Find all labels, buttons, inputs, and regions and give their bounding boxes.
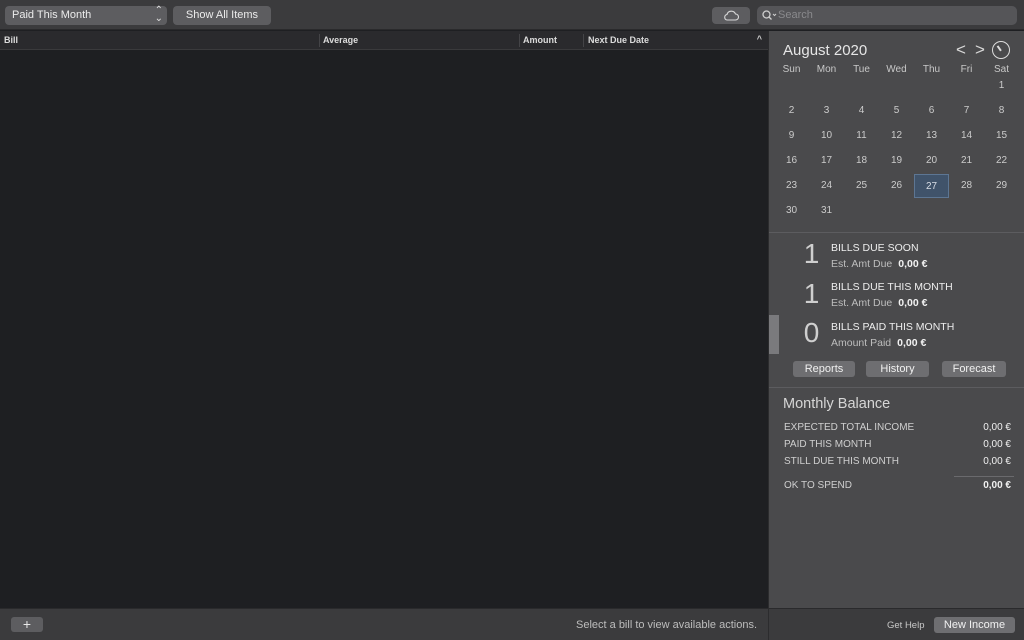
ok-to-spend-label: OK TO SPEND — [784, 480, 852, 491]
filter-popup[interactable]: Paid This Month ⌃ ⌄ — [5, 6, 167, 25]
total-divider — [954, 476, 1014, 477]
forecast-button[interactable]: Forecast — [942, 361, 1006, 377]
section-divider — [769, 387, 1024, 388]
bills-due-month-title: BILLS DUE THIS MONTH — [831, 281, 953, 293]
calendar-day[interactable]: 6 — [914, 99, 949, 123]
calendar-day[interactable]: 17 — [809, 149, 844, 173]
bills-due-soon-title: BILLS DUE SOON — [831, 242, 919, 254]
balance-row-label: PAID THIS MONTH — [784, 439, 872, 450]
calendar-day[interactable]: 29 — [984, 174, 1019, 198]
add-bill-button[interactable]: + — [11, 617, 43, 632]
column-header-bill[interactable]: Bill — [4, 35, 18, 45]
weekday-label: Mon — [816, 64, 837, 75]
calendar-day[interactable]: 26 — [879, 174, 914, 198]
column-header-average[interactable]: Average — [323, 35, 358, 45]
updown-chevron-icon: ⌃ ⌄ — [154, 5, 163, 24]
weekday-label: Thu — [922, 64, 941, 75]
ok-to-spend-value: 0,00 € — [983, 480, 1011, 491]
column-divider — [319, 34, 320, 47]
sort-ascending-icon[interactable]: ^ — [757, 34, 762, 44]
bills-paid-month-count: 0 — [803, 317, 820, 348]
balance-row: PAID THIS MONTH 0,00 € — [784, 439, 1014, 450]
search-icon — [762, 10, 777, 20]
toolbar: Paid This Month ⌃ ⌄ Show All Items Search — [0, 0, 1024, 30]
calendar-day[interactable]: 5 — [879, 99, 914, 123]
balance-row-label: STILL DUE THIS MONTH — [784, 456, 900, 467]
ok-to-spend-row: OK TO SPEND 0,00 € — [784, 480, 1014, 491]
chevron-right-icon[interactable]: > — [975, 40, 985, 60]
balance-row-value: 0,00 € — [983, 456, 1011, 467]
selection-marker — [769, 315, 779, 354]
cloud-sync-button[interactable] — [712, 7, 750, 24]
balance-row: STILL DUE THIS MONTH 0,00 € — [784, 456, 1014, 467]
calendar-day[interactable]: 3 — [809, 99, 844, 123]
calendar-day[interactable]: 20 — [914, 149, 949, 173]
calendar-day[interactable]: 4 — [844, 99, 879, 123]
weekday-label: Tue — [853, 64, 870, 75]
calendar-day[interactable]: 31 — [809, 199, 844, 223]
calendar-day[interactable]: 12 — [879, 124, 914, 148]
balance-row-label: EXPECTED TOTAL INCOME — [784, 422, 915, 433]
bills-due-month-amount: Est. Amt Due 0,00 € — [831, 297, 928, 309]
balance-row-value: 0,00 € — [983, 422, 1011, 433]
bill-table-header: Bill Average Amount Next Due Date ^ — [0, 31, 768, 50]
calendar-day[interactable]: 18 — [844, 149, 879, 173]
search-placeholder: Search — [778, 9, 813, 21]
today-clock-icon[interactable] — [992, 41, 1010, 59]
bills-due-soon-count: 1 — [803, 238, 820, 269]
reports-button[interactable]: Reports — [793, 361, 855, 377]
chevron-left-icon[interactable]: < — [956, 40, 966, 60]
bills-due-month-count: 1 — [803, 278, 820, 309]
column-divider — [583, 34, 584, 47]
weekday-label: Wed — [886, 64, 907, 75]
calendar-day[interactable]: 10 — [809, 124, 844, 148]
calendar-day[interactable]: 28 — [949, 174, 984, 198]
sidebar-footer: Get Help New Income — [768, 608, 1024, 640]
history-button[interactable]: History — [866, 361, 929, 377]
calendar-day[interactable]: 8 — [984, 99, 1019, 123]
calendar-day[interactable]: 25 — [844, 174, 879, 198]
bill-table-body[interactable] — [0, 51, 768, 607]
balance-row-value: 0,00 € — [983, 439, 1011, 450]
new-income-button[interactable]: New Income — [934, 617, 1015, 633]
weekday-label: Sun — [782, 64, 801, 75]
column-divider — [519, 34, 520, 47]
search-field[interactable]: Search — [757, 6, 1017, 25]
calendar-day[interactable]: 24 — [809, 174, 844, 198]
calendar-day[interactable]: 1 — [984, 74, 1019, 98]
bill-list-footer: + Select a bill to view available action… — [0, 608, 768, 640]
show-all-items-button[interactable]: Show All Items — [173, 6, 271, 25]
column-header-next-due-date[interactable]: Next Due Date — [588, 35, 649, 45]
status-message: Select a bill to view available actions. — [576, 619, 757, 631]
bills-due-soon-amount: Est. Amt Due 0,00 € — [831, 258, 928, 270]
calendar-day[interactable]: 16 — [774, 149, 809, 173]
calendar-day[interactable]: 11 — [844, 124, 879, 148]
column-header-amount[interactable]: Amount — [523, 35, 557, 45]
calendar-day[interactable]: 30 — [774, 199, 809, 223]
calendar-day[interactable]: 9 — [774, 124, 809, 148]
calendar-day[interactable]: 15 — [984, 124, 1019, 148]
balance-row: EXPECTED TOTAL INCOME 0,00 € — [784, 422, 1014, 433]
calendar-day[interactable]: 22 — [984, 149, 1019, 173]
calendar-day[interactable]: 19 — [879, 149, 914, 173]
filter-popup-value: Paid This Month — [12, 9, 92, 21]
bills-paid-month-title: BILLS PAID THIS MONTH — [831, 321, 955, 333]
calendar-day[interactable]: 7 — [949, 99, 984, 123]
monthly-balance-title: Monthly Balance — [783, 396, 891, 412]
get-help-link[interactable]: Get Help — [887, 620, 925, 631]
calendar-month-title: August 2020 — [783, 42, 868, 59]
calendar-day[interactable]: 27 — [914, 174, 949, 198]
calendar-day[interactable]: 23 — [774, 174, 809, 198]
calendar-day[interactable]: 13 — [914, 124, 949, 148]
calendar-day[interactable]: 21 — [949, 149, 984, 173]
bills-paid-month-amount: Amount Paid 0,00 € — [831, 337, 927, 349]
calendar-day[interactable]: 14 — [949, 124, 984, 148]
cloud-icon — [724, 10, 739, 21]
sidebar-panel: August 2020 < > Sun Mon Tue Wed Thu Fri Sat 12… — [768, 31, 1024, 608]
weekday-label: Fri — [960, 64, 973, 75]
calendar-day[interactable]: 2 — [774, 99, 809, 123]
section-divider — [769, 232, 1024, 233]
